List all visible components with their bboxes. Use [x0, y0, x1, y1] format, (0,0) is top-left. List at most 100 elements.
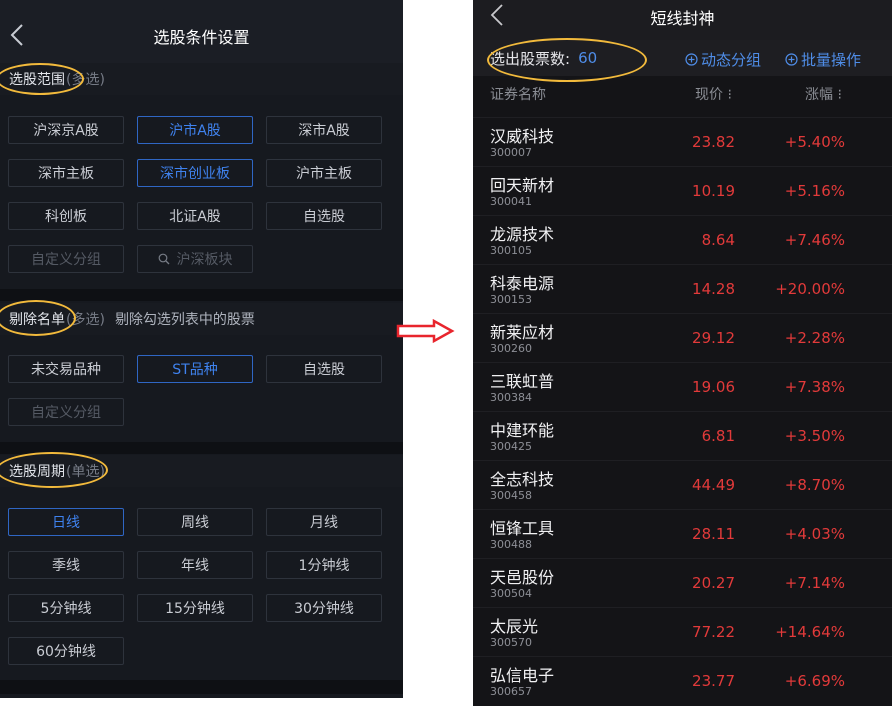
stock-name: 全志科技 [490, 470, 555, 489]
screen-title: 短线封神 [650, 9, 715, 28]
scope-option[interactable]: 深市创业板 [137, 159, 253, 187]
exclude-option-label: 自定义分组 [31, 405, 101, 421]
stock-price: 77.22 [692, 623, 735, 641]
stock-row[interactable]: 全志科技 300458 44.49 +8.70% [473, 460, 892, 510]
stock-row[interactable]: 汉威科技 300007 23.82 +5.40% [473, 117, 892, 167]
stock-row[interactable]: 弘信电子 300657 23.77 +6.69% [473, 656, 892, 706]
exclude-note: 剔除勾选列表中的股票 [114, 312, 255, 328]
scope-option-label: 深市A股 [298, 123, 350, 139]
scope-option[interactable]: 北证A股 [137, 202, 253, 230]
column-header-change[interactable]: 涨幅 ⁝ [805, 84, 842, 104]
period-option[interactable]: 1分钟线 [266, 551, 382, 579]
period-option[interactable]: 月线 [266, 508, 382, 536]
stock-price: 23.82 [692, 133, 735, 151]
scope-option-label: 自定义分组 [31, 252, 101, 268]
stock-row[interactable]: 太辰光 300570 77.22 +14.64% [473, 607, 892, 657]
scope-option[interactable]: 自定义分组 [8, 245, 124, 273]
stock-code: 300570 [490, 636, 532, 649]
exclude-option[interactable]: 未交易品种 [8, 355, 124, 383]
period-option-label: 1分钟线 [298, 558, 350, 574]
scope-option[interactable]: 深市主板 [8, 159, 124, 187]
exclude-section-header: 剔除名单 (多选) 剔除勾选列表中的股票 [0, 303, 403, 335]
stock-code: 300041 [490, 195, 532, 208]
stock-code: 300488 [490, 538, 532, 551]
stock-price: 44.49 [692, 476, 735, 494]
search-icon [158, 253, 169, 265]
stock-price: 14.28 [692, 280, 735, 298]
stock-change: +4.03% [784, 525, 845, 543]
stock-code: 300657 [490, 685, 532, 698]
exclude-option[interactable]: ST品种 [137, 355, 253, 383]
period-option-label: 年线 [181, 558, 209, 574]
period-option-label: 60分钟线 [36, 644, 96, 660]
period-option[interactable]: 15分钟线 [137, 594, 253, 622]
stock-change: +2.28% [784, 329, 845, 347]
stock-row[interactable]: 龙源技术 300105 8.64 +7.46% [473, 215, 892, 265]
scope-option[interactable]: 科创板 [8, 202, 124, 230]
scope-option-label: 沪深京A股 [33, 123, 99, 139]
plus-circle-icon [685, 53, 698, 66]
dynamic-group-button[interactable]: 动态分组 [685, 49, 761, 70]
exclude-option[interactable]: 自选股 [266, 355, 382, 383]
stock-row[interactable]: 回天新材 300041 10.19 +5.16% [473, 166, 892, 216]
scope-option[interactable]: 沪市主板 [266, 159, 382, 187]
right-header: 短线封神 [473, 0, 892, 40]
exclude-option-label: ST品种 [172, 362, 218, 378]
period-option-label: 5分钟线 [40, 601, 92, 617]
stock-name: 三联虹普 [490, 372, 555, 391]
condition-settings-panel: 选股条件设置 选股范围 (多选) 沪深京A股 沪市A股 深市A股 深市主板 深市创业板沪… [0, 0, 403, 698]
stock-change: +6.69% [784, 672, 845, 690]
batch-operation-button[interactable]: 批量操作 [785, 49, 861, 70]
scope-option[interactable]: 沪深京A股 [8, 116, 124, 144]
stock-change: +20.00% [775, 280, 845, 298]
scope-option[interactable]: 自选股 [266, 202, 382, 230]
stock-row[interactable]: 新莱应材 300260 29.12 +2.28% [473, 313, 892, 363]
stock-change: +5.40% [784, 133, 845, 151]
scope-option-label: 深市主板 [38, 166, 94, 182]
scope-option-label: 沪市主板 [296, 166, 352, 182]
period-option[interactable]: 季线 [8, 551, 124, 579]
stock-change: +3.50% [784, 427, 845, 445]
section-divider [0, 680, 403, 694]
period-hint: (单选) [66, 464, 105, 480]
period-section-header: 选股周期 (单选) [0, 455, 403, 487]
period-option[interactable]: 年线 [137, 551, 253, 579]
exclude-hint: (多选) [66, 312, 105, 328]
stock-name: 中建环能 [490, 421, 555, 440]
stock-change: +7.38% [784, 378, 845, 396]
stock-row[interactable]: 中建环能 300425 6.81 +3.50% [473, 411, 892, 461]
stock-row[interactable]: 恒锋工具 300488 28.11 +4.03% [473, 509, 892, 559]
scope-option-label: 自选股 [303, 209, 345, 225]
scope-option-label: 沪深板块 [176, 252, 233, 268]
period-option-label: 15分钟线 [165, 601, 225, 617]
scope-option[interactable]: 沪深板块 [137, 245, 253, 273]
period-title: 选股周期 [9, 464, 65, 480]
stock-code: 300260 [490, 342, 532, 355]
column-header-name[interactable]: 证券名称 [490, 84, 546, 104]
column-header-price[interactable]: 现价 ⁝ [695, 84, 732, 104]
period-option[interactable]: 日线 [8, 508, 124, 536]
scope-option-label: 北证A股 [169, 209, 221, 225]
stock-code: 300153 [490, 293, 532, 306]
period-option-label: 日线 [52, 515, 80, 531]
stock-change: +7.46% [784, 231, 845, 249]
stock-name: 天邑股份 [490, 568, 555, 587]
period-option[interactable]: 60分钟线 [8, 637, 124, 665]
period-option[interactable]: 30分钟线 [266, 594, 382, 622]
period-option[interactable]: 周线 [137, 508, 253, 536]
stock-row[interactable]: 科泰电源 300153 14.28 +20.00% [473, 264, 892, 314]
stock-change: +14.64% [775, 623, 845, 641]
scope-option[interactable]: 深市A股 [266, 116, 382, 144]
scope-option-label: 沪市A股 [169, 123, 221, 139]
stock-change: +5.16% [784, 182, 845, 200]
period-option[interactable]: 5分钟线 [8, 594, 124, 622]
stock-row[interactable]: 天邑股份 300504 20.27 +7.14% [473, 558, 892, 608]
scope-option[interactable]: 沪市A股 [137, 116, 253, 144]
section-divider [0, 289, 403, 301]
stock-name: 汉威科技 [490, 127, 555, 146]
exclude-option[interactable]: 自定义分组 [8, 398, 124, 426]
count-label: 选出股票数: [490, 49, 571, 68]
stock-code: 300384 [490, 391, 532, 404]
scope-option-label: 深市创业板 [160, 166, 230, 182]
stock-row[interactable]: 三联虹普 300384 19.06 +7.38% [473, 362, 892, 412]
